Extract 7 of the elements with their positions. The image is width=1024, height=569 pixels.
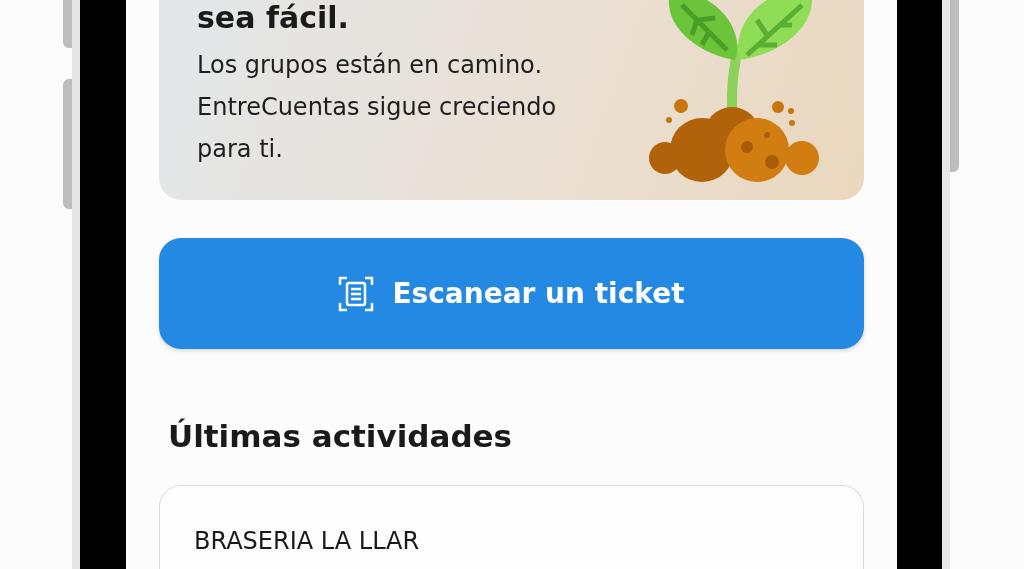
activity-card[interactable]: BRASERIA LA LLAR — [159, 485, 864, 569]
section-heading: Últimas actividades — [168, 417, 514, 456]
banner-text: Los grupos están en camino. EntreCuentas sigue creciendo para ti. — [197, 50, 558, 165]
banner-title: sea fácil. — [197, 0, 350, 36]
scan-ticket-button[interactable]: Escanear un ticket — [159, 238, 864, 349]
activity-name: BRASERIA LA LLAR — [194, 526, 421, 556]
scan-document-icon — [338, 275, 375, 312]
